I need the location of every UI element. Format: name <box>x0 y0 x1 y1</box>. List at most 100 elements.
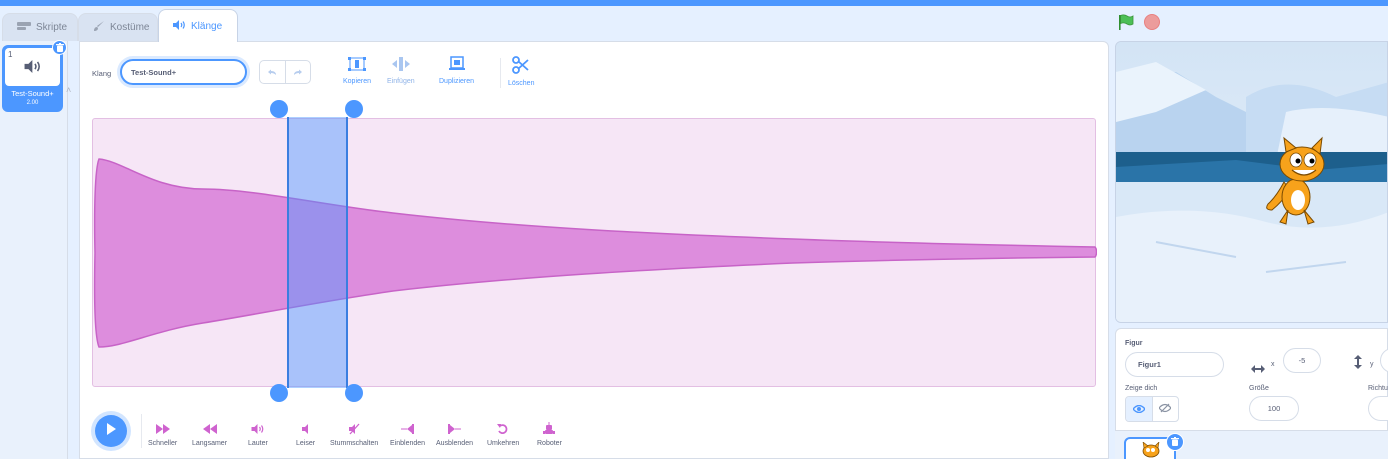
paste-icon <box>391 56 411 74</box>
waveform-area[interactable] <box>92 118 1097 387</box>
effect-label: Einblenden <box>390 440 426 447</box>
louder-icon <box>251 422 265 436</box>
tool-label: Einfügen <box>387 78 415 85</box>
size-label: Größe <box>1249 385 1269 392</box>
reverse-icon <box>497 422 509 436</box>
trash-icon <box>55 39 64 57</box>
selection-end-handle-bottom[interactable] <box>345 384 363 402</box>
play-icon <box>106 422 116 440</box>
sprite-thumbnail[interactable] <box>1124 433 1184 459</box>
effect-label: Umkehren <box>487 440 520 447</box>
sprite-list <box>1115 430 1388 459</box>
top-menu-bar <box>0 0 1388 6</box>
redo-icon <box>293 63 303 81</box>
paste-button[interactable]: Einfügen <box>387 56 415 85</box>
scissors-icon <box>512 56 530 76</box>
fade-out-icon <box>447 422 462 436</box>
sound-name: Test-Sound+ <box>11 89 54 98</box>
faster-icon <box>155 422 170 436</box>
direction-input[interactable] <box>1368 396 1388 421</box>
tab-code[interactable]: Skripte <box>2 13 78 41</box>
effect-slower-button[interactable]: Langsamer <box>192 422 227 447</box>
scroll-up-icon[interactable]: ˄ <box>66 85 71 95</box>
effect-fade-in-button[interactable]: Einblenden <box>390 422 425 447</box>
copy-icon <box>347 56 367 74</box>
sound-item[interactable]: 1 Test-Sound+ 2.00 <box>2 40 67 112</box>
delete-sprite-button[interactable] <box>1166 433 1184 451</box>
robot-icon <box>543 422 556 436</box>
eye-icon <box>1131 400 1146 418</box>
tool-label: Kopieren <box>343 78 372 85</box>
show-toggle <box>1125 396 1179 422</box>
selection-end-handle-top[interactable] <box>345 100 363 118</box>
sound-name-input[interactable] <box>120 59 247 85</box>
trash-icon <box>1171 433 1179 451</box>
x-arrows-icon <box>1251 360 1265 378</box>
sound-thumbnail: 1 <box>5 48 60 86</box>
eye-slash-icon <box>1158 400 1173 418</box>
waveform <box>93 158 1097 348</box>
stage-backdrop <box>1116 42 1387 322</box>
tab-sounds[interactable]: Klänge <box>158 9 238 42</box>
tool-label: Löschen <box>508 80 535 87</box>
sprite-label: Figur <box>1125 340 1143 347</box>
tool-label: Duplizieren <box>439 78 475 85</box>
duplicate-icon <box>447 56 467 74</box>
effect-label: Leiser <box>296 440 316 447</box>
effect-robot-button[interactable]: Roboter <box>537 422 562 447</box>
mute-icon <box>348 422 360 436</box>
cat-thumbnail-icon <box>1140 441 1162 459</box>
tab-label: Klänge <box>191 20 223 32</box>
code-icon <box>17 21 31 34</box>
show-label: Zeige dich <box>1125 385 1158 392</box>
effects-divider <box>141 414 142 448</box>
sprite-name-input[interactable]: Figur1 <box>1125 352 1224 377</box>
x-input[interactable]: -5 <box>1283 348 1321 373</box>
effect-label: Stummschalten <box>330 440 379 447</box>
effect-louder-button[interactable]: Lauter <box>248 422 268 447</box>
selection-start-handle-top[interactable] <box>270 100 288 118</box>
show-sprite-button[interactable] <box>1126 397 1153 421</box>
sound-list: 1 Test-Sound+ 2.00 ˄ <box>0 40 71 459</box>
effect-faster-button[interactable]: Schneller <box>148 422 177 447</box>
brush-icon <box>93 20 105 35</box>
delete-sound-button[interactable] <box>52 40 67 55</box>
undo-icon <box>267 63 277 81</box>
stage[interactable] <box>1115 41 1388 323</box>
effect-label: Schneller <box>148 440 178 447</box>
effect-softer-button[interactable]: Leiser <box>296 422 315 447</box>
sound-editor: Klang Kopieren Einfügen Duplizieren <box>79 41 1109 459</box>
x-label: x <box>1271 361 1275 368</box>
duplicate-button[interactable]: Duplizieren <box>439 56 474 85</box>
stop-icon[interactable] <box>1144 14 1160 30</box>
tab-label: Skripte <box>36 22 68 33</box>
effect-mute-button[interactable]: Stummschalten <box>330 422 378 447</box>
effect-reverse-button[interactable]: Umkehren <box>487 422 519 447</box>
sound-duration: 2.00 <box>26 100 39 106</box>
undo-button[interactable] <box>260 61 286 83</box>
undo-redo-group <box>259 60 311 84</box>
waveform-selection[interactable] <box>287 117 348 388</box>
toolbar-divider <box>500 58 501 88</box>
effect-label: Langsamer <box>192 440 228 447</box>
y-arrows-icon <box>1354 355 1362 374</box>
sound-name-label: Klang <box>92 69 112 78</box>
copy-button[interactable]: Kopieren <box>343 56 371 85</box>
speaker-icon <box>24 60 42 78</box>
delete-button[interactable]: Löschen <box>508 56 534 87</box>
tab-costumes[interactable]: Kostüme <box>78 13 158 41</box>
redo-button[interactable] <box>286 61 311 83</box>
selection-start-handle-bottom[interactable] <box>270 384 288 402</box>
green-flag-icon[interactable] <box>1117 13 1135 36</box>
effect-fade-out-button[interactable]: Ausblenden <box>436 422 473 447</box>
slower-icon <box>202 422 217 436</box>
size-input[interactable]: 100 <box>1249 396 1299 421</box>
sound-index: 1 <box>8 50 13 59</box>
y-input[interactable] <box>1380 348 1388 373</box>
play-button[interactable] <box>95 415 127 447</box>
speaker-icon <box>173 19 186 33</box>
effect-label: Lauter <box>248 440 268 447</box>
effect-label: Ausblenden <box>436 440 473 447</box>
effect-label: Roboter <box>537 440 562 447</box>
hide-sprite-button[interactable] <box>1153 397 1179 421</box>
